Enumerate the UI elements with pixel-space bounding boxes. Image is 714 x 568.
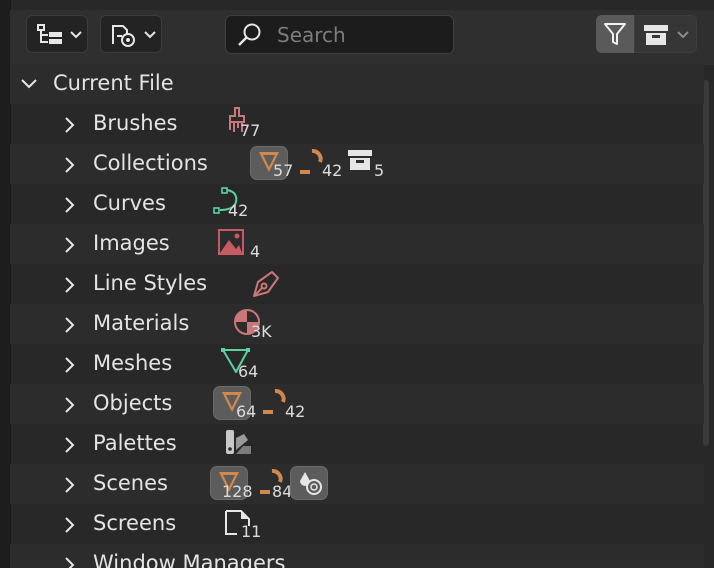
- scene-object-count: 128: [222, 482, 253, 501]
- image-icon: [218, 229, 244, 255]
- tree-item-scenes[interactable]: Scenes 128 84: [10, 464, 704, 504]
- linestyle-data-icons: [248, 264, 288, 304]
- tree-root-current-file[interactable]: Current File: [10, 64, 704, 104]
- search-placeholder: Search: [277, 23, 346, 47]
- tree-item-images[interactable]: Images 4: [10, 224, 704, 264]
- pen-nib-icon: [253, 271, 279, 297]
- palette-data-icons: [223, 424, 263, 464]
- tree-item-label: Curves: [93, 191, 166, 215]
- tree-item-window-managers[interactable]: Window Managers: [10, 544, 704, 568]
- tree-item-label: Materials: [93, 311, 190, 335]
- search-input[interactable]: Search: [225, 15, 454, 54]
- tree-item-meshes[interactable]: Meshes 64: [10, 344, 704, 384]
- brush-count: 77: [240, 121, 261, 140]
- tree-item-label: Collections: [93, 151, 208, 175]
- tree-item-label: Screens: [93, 511, 177, 535]
- outliner-tree-icon: [37, 24, 62, 44]
- tree-item-palettes[interactable]: Palettes: [10, 424, 704, 464]
- chevron-right-icon[interactable]: [64, 436, 76, 454]
- tree-item-label: Palettes: [93, 431, 177, 455]
- scene-icon: [300, 472, 322, 495]
- library-filter-dropdown[interactable]: [100, 15, 162, 53]
- chevron-right-icon[interactable]: [64, 156, 76, 174]
- search-icon: [238, 23, 261, 46]
- outliner-tree: Current File Brushes 77 Collections 57 4…: [10, 64, 704, 568]
- image-count: 4: [250, 242, 261, 261]
- chevron-right-icon[interactable]: [64, 556, 76, 568]
- material-data-icons: 3K: [232, 304, 302, 344]
- chevron-down-icon[interactable]: [20, 78, 38, 90]
- tree-item-brushes[interactable]: Brushes 77: [10, 104, 704, 144]
- tree-item-label: Objects: [93, 391, 173, 415]
- tree-item-label: Line Styles: [93, 271, 208, 295]
- screen-data-icons: 11: [223, 504, 283, 544]
- tree-item-materials[interactable]: Materials 3K: [10, 304, 704, 344]
- tree-item-curves[interactable]: Curves 42: [10, 184, 704, 224]
- filter-button[interactable]: [596, 15, 634, 53]
- object-count: 64: [236, 402, 257, 421]
- curve-data-icons: 42: [210, 184, 270, 224]
- tree-item-line-styles[interactable]: Line Styles: [10, 264, 704, 304]
- tree-item-screens[interactable]: Screens 11: [10, 504, 704, 544]
- tree-item-label: Scenes: [93, 471, 168, 495]
- blend-file-icon: [112, 25, 135, 47]
- collection-link-count: 42: [322, 161, 343, 180]
- chevron-right-icon[interactable]: [64, 476, 76, 494]
- tree-item-label: Images: [93, 231, 170, 255]
- chevron-right-icon[interactable]: [64, 196, 76, 214]
- mesh-count: 64: [238, 362, 259, 381]
- chevron-right-icon[interactable]: [64, 356, 76, 374]
- tree-root-label: Current File: [53, 71, 174, 95]
- chevron-down-icon: [677, 31, 689, 39]
- screen-count: 11: [241, 522, 262, 541]
- curve-count: 42: [228, 201, 249, 220]
- display-mode-dropdown[interactable]: [26, 15, 88, 53]
- tree-item-objects[interactable]: Objects 64 42: [10, 384, 704, 424]
- object-data-icons: 64 42: [213, 384, 323, 424]
- tree-item-label: Brushes: [93, 111, 178, 135]
- tree-item-label: Window Managers: [93, 551, 286, 568]
- orphan-data-dropdown[interactable]: [634, 15, 697, 53]
- collection-object-count: 57: [273, 161, 294, 180]
- tree-item-collections[interactable]: Collections 57 42 5: [10, 144, 704, 184]
- chevron-down-icon: [70, 31, 82, 39]
- scene-data-icons: 128 84: [210, 464, 340, 504]
- archive-icon: [348, 150, 372, 170]
- chevron-right-icon[interactable]: [64, 396, 76, 414]
- image-data-icons: 4: [215, 224, 275, 264]
- chevron-down-icon: [144, 31, 156, 39]
- archive-icon: [644, 25, 668, 45]
- chevron-right-icon[interactable]: [64, 316, 76, 334]
- chevron-right-icon[interactable]: [64, 116, 76, 134]
- chevron-right-icon[interactable]: [64, 516, 76, 534]
- collection-data-icons: 57 42 5: [250, 144, 390, 184]
- tree-item-label: Meshes: [93, 351, 173, 375]
- chevron-right-icon[interactable]: [64, 276, 76, 294]
- object-link-count: 42: [285, 402, 306, 421]
- brush-data-icons: 77: [220, 104, 280, 144]
- palette-icon: [226, 430, 251, 454]
- collection-archive-count: 5: [374, 161, 385, 180]
- material-count: 3K: [251, 322, 272, 341]
- chevron-right-icon[interactable]: [64, 236, 76, 254]
- mesh-data-icons: 64: [220, 344, 280, 384]
- funnel-icon: [604, 23, 626, 45]
